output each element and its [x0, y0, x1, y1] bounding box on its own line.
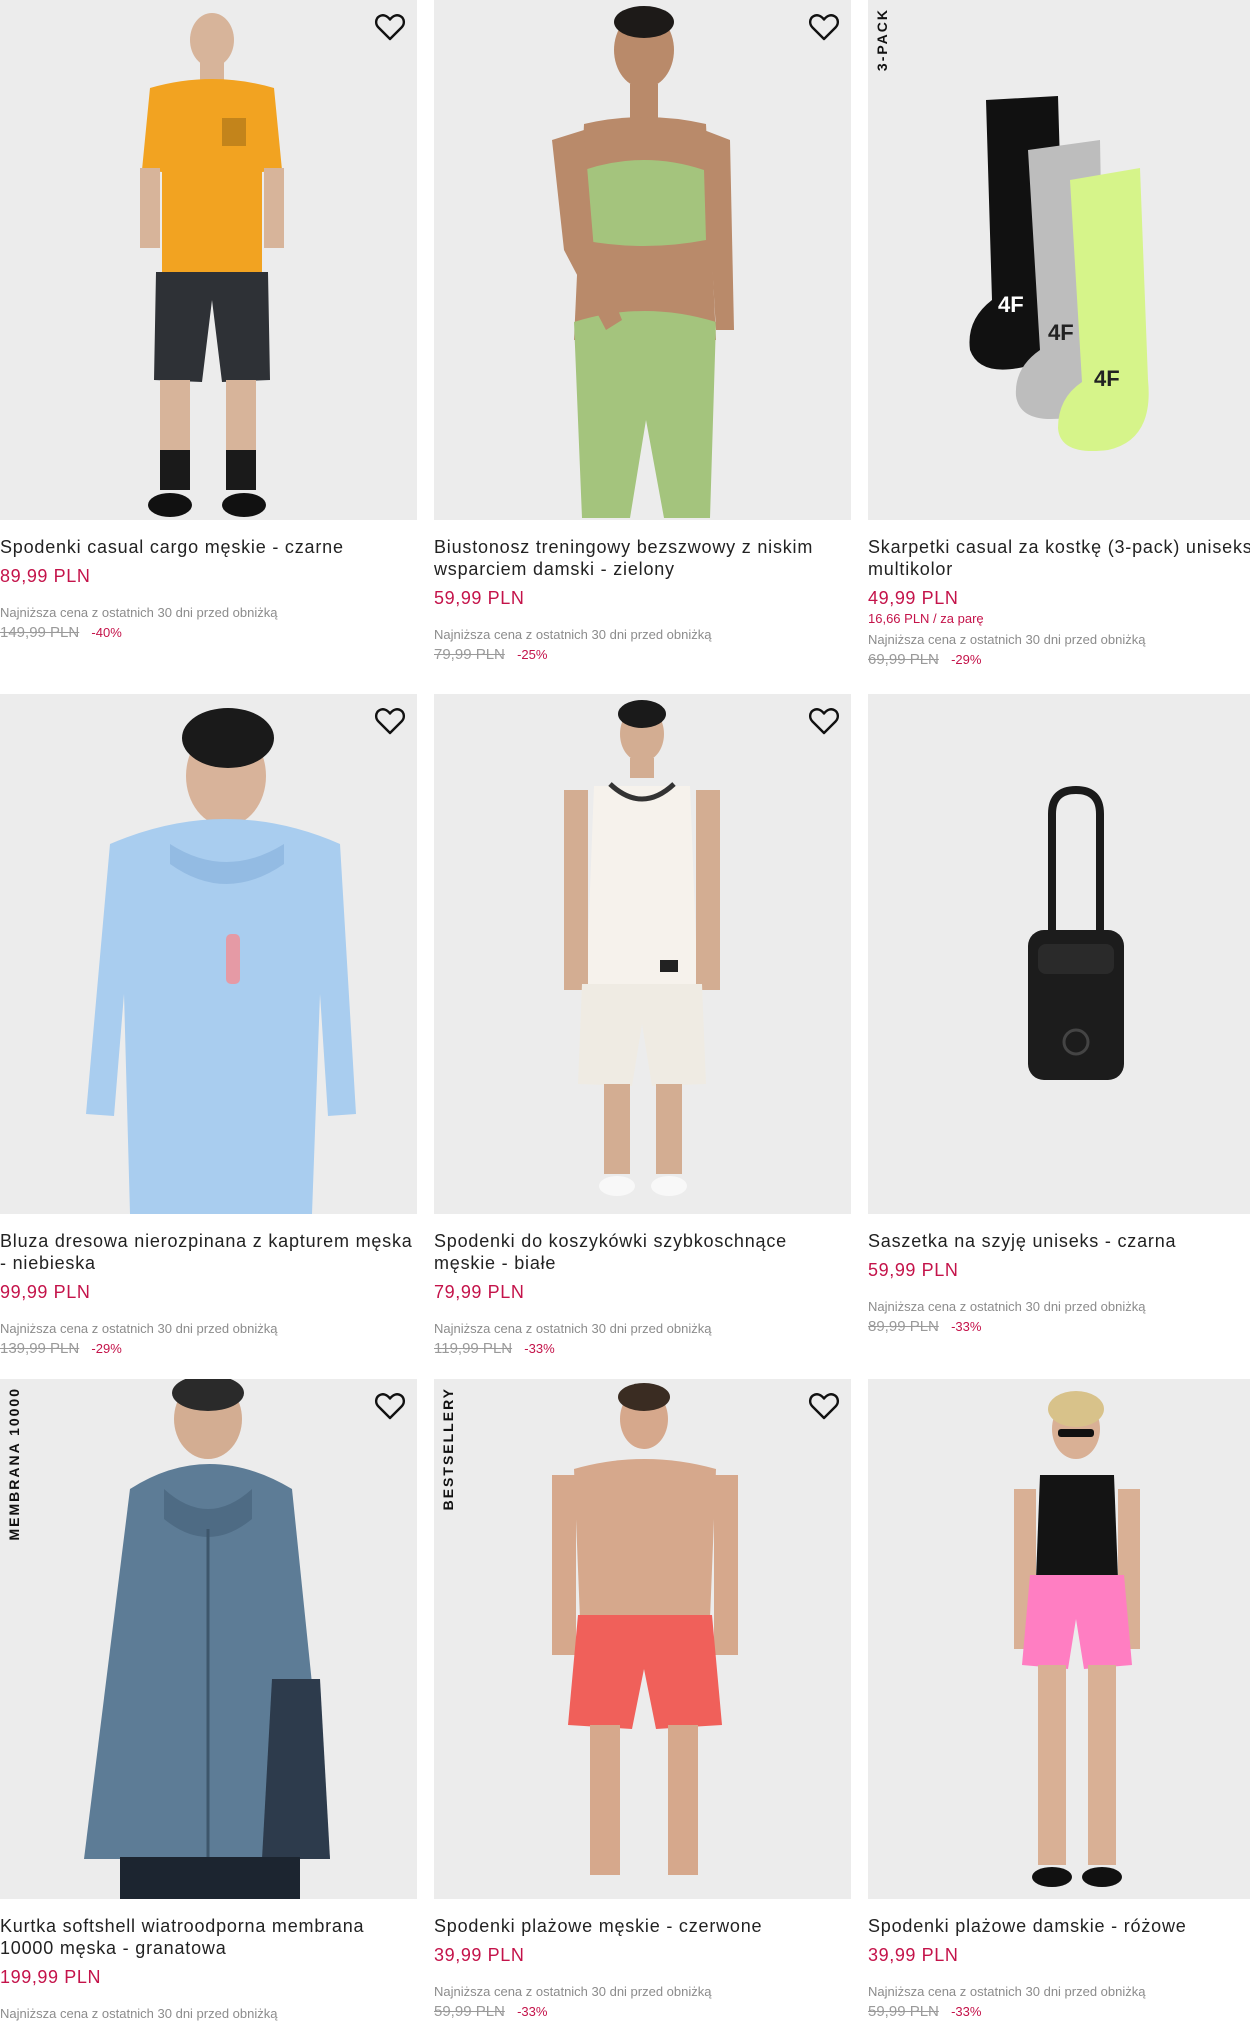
svg-text:4F: 4F — [998, 292, 1024, 317]
discount-badge: -33% — [951, 1319, 982, 1334]
product-image[interactable]: MEMBRANA 10000 — [0, 1379, 417, 1899]
product-photo — [0, 1379, 417, 1899]
lowest-price-label: Najniższa cena z ostatnich 30 dni przed … — [0, 1321, 278, 1336]
lowest-price-label: Najniższa cena z ostatnich 30 dni przed … — [0, 2006, 278, 2021]
old-price: 59,99 PLN — [868, 2003, 939, 2020]
product-name[interactable]: Spodenki plażowe męskie - czerwone — [434, 1915, 851, 1937]
product-image[interactable] — [0, 0, 417, 520]
product-photo — [868, 694, 1250, 1214]
discount-badge: -33% — [517, 2004, 548, 2019]
product-card[interactable]: Saszetka na szyję uniseks - czarna 59,99… — [868, 694, 1250, 1335]
old-price-row: 139,99 PLN -29% — [0, 1340, 417, 1357]
favorite-button[interactable] — [807, 10, 841, 44]
old-price: 69,99 PLN — [868, 651, 939, 668]
lowest-price-label: Najniższa cena z ostatnich 30 dni przed … — [868, 1984, 1146, 1999]
discount-badge: -29% — [951, 652, 982, 667]
lowest-price-label: Najniższa cena z ostatnich 30 dni przed … — [434, 627, 712, 642]
svg-text:4F: 4F — [1048, 320, 1074, 345]
product-image[interactable] — [868, 694, 1250, 1214]
old-price: 89,99 PLN — [868, 1318, 939, 1335]
favorite-button[interactable] — [807, 1389, 841, 1423]
product-badge: BESTSELLERY — [440, 1387, 456, 1511]
lowest-price-label: Najniższa cena z ostatnich 30 dni przed … — [434, 1984, 712, 1999]
product-photo: 4F 4F 4F — [868, 0, 1250, 520]
favorite-button[interactable] — [373, 704, 407, 738]
lowest-price-label: Najniższa cena z ostatnich 30 dni przed … — [434, 1321, 712, 1336]
discount-badge: -25% — [517, 647, 548, 662]
product-card[interactable]: Spodenki casual cargo męskie - czarne 89… — [0, 0, 417, 641]
product-photo — [434, 694, 851, 1214]
heart-outline-icon — [808, 14, 840, 41]
product-name[interactable]: Biustonosz treningowy bezszwowy z niskim… — [434, 536, 851, 580]
heart-outline-icon — [374, 14, 406, 41]
product-price: 79,99 PLN — [434, 1282, 525, 1302]
old-price-row: 79,99 PLN -25% — [434, 646, 851, 663]
product-photo — [868, 1379, 1250, 1899]
favorite-button[interactable] — [807, 704, 841, 738]
product-price: 59,99 PLN — [868, 1260, 959, 1280]
svg-text:4F: 4F — [1094, 366, 1120, 391]
product-price: 89,99 PLN — [0, 566, 91, 586]
product-price: 49,99 PLN — [868, 588, 959, 608]
product-price: 59,99 PLN — [434, 588, 525, 608]
product-photo — [434, 1379, 851, 1899]
product-card[interactable]: Bluza dresowa nierozpinana z kapturem mę… — [0, 694, 417, 1357]
product-image[interactable]: BESTSELLERY — [434, 1379, 851, 1899]
product-name[interactable]: Kurtka softshell wiatroodporna membrana … — [0, 1915, 417, 1959]
old-price: 119,99 PLN — [434, 1340, 513, 1357]
product-name[interactable]: Saszetka na szyję uniseks - czarna — [868, 1230, 1250, 1252]
product-card[interactable]: Biustonosz treningowy bezszwowy z niskim… — [434, 0, 851, 663]
product-card[interactable]: Spodenki do koszykówki szybkoschnące męs… — [434, 694, 851, 1357]
favorite-button[interactable] — [373, 1389, 407, 1423]
discount-badge: -33% — [524, 1341, 555, 1356]
lowest-price-label: Najniższa cena z ostatnich 30 dni przed … — [868, 1299, 1146, 1314]
product-photo — [0, 0, 417, 520]
discount-badge: -40% — [91, 625, 122, 640]
product-image[interactable] — [868, 1379, 1250, 1899]
discount-badge: -33% — [951, 2004, 982, 2019]
heart-outline-icon — [374, 708, 406, 735]
product-badge: MEMBRANA 10000 — [6, 1387, 22, 1541]
lowest-price-label: Najniższa cena z ostatnich 30 dni przed … — [868, 632, 1146, 647]
old-price: 79,99 PLN — [434, 646, 505, 663]
product-name[interactable]: Bluza dresowa nierozpinana z kapturem mę… — [0, 1230, 417, 1274]
old-price-row: 119,99 PLN -33% — [434, 1340, 851, 1357]
old-price: 139,99 PLN — [0, 1340, 80, 1357]
product-name[interactable]: Skarpetki casual za kostkę (3-pack) unis… — [868, 536, 1250, 580]
product-photo — [0, 694, 417, 1214]
product-name[interactable]: Spodenki casual cargo męskie - czarne — [0, 536, 417, 558]
old-price: 149,99 PLN — [0, 624, 80, 641]
product-image[interactable] — [0, 694, 417, 1214]
product-badge: 3-PACK — [874, 8, 890, 72]
heart-outline-icon — [808, 708, 840, 735]
product-photo — [434, 0, 851, 520]
product-image[interactable] — [434, 0, 851, 520]
product-price: 39,99 PLN — [868, 1945, 959, 1965]
heart-outline-icon — [808, 1393, 840, 1420]
product-price: 39,99 PLN — [434, 1945, 525, 1965]
product-card[interactable]: BESTSELLERY Spodenki plażowe męskie - cz… — [434, 1379, 851, 2020]
old-price: 59,99 PLN — [434, 2003, 505, 2020]
product-card[interactable]: Spodenki plażowe damskie - różowe 39,99 … — [868, 1379, 1250, 2020]
favorite-button[interactable] — [373, 10, 407, 44]
product-grid: Spodenki casual cargo męskie - czarne 89… — [0, 0, 1250, 2024]
lowest-price-label: Najniższa cena z ostatnich 30 dni przed … — [0, 605, 278, 620]
old-price-row: 69,99 PLN -29% — [868, 651, 1250, 668]
old-price-row: 59,99 PLN -33% — [434, 2003, 851, 2020]
product-price: 199,99 PLN — [0, 1967, 102, 1987]
product-image[interactable] — [434, 694, 851, 1214]
product-card[interactable]: 4F 4F 4F 3-PACK Skarpetki casual za kost… — [868, 0, 1250, 668]
product-card[interactable]: MEMBRANA 10000 Kurtka softshell wiatrood… — [0, 1379, 417, 2024]
discount-badge: -29% — [91, 1341, 122, 1356]
heart-outline-icon — [374, 1393, 406, 1420]
product-name[interactable]: Spodenki plażowe damskie - różowe — [868, 1915, 1250, 1937]
old-price-row: 149,99 PLN -40% — [0, 624, 417, 641]
product-price: 99,99 PLN — [0, 1282, 91, 1302]
old-price-row: 59,99 PLN -33% — [868, 2003, 1250, 2020]
product-image[interactable]: 4F 4F 4F 3-PACK — [868, 0, 1250, 520]
unit-price: 16,66 PLN / za parę — [868, 611, 984, 626]
product-name[interactable]: Spodenki do koszykówki szybkoschnące męs… — [434, 1230, 851, 1274]
old-price-row: 89,99 PLN -33% — [868, 1318, 1250, 1335]
